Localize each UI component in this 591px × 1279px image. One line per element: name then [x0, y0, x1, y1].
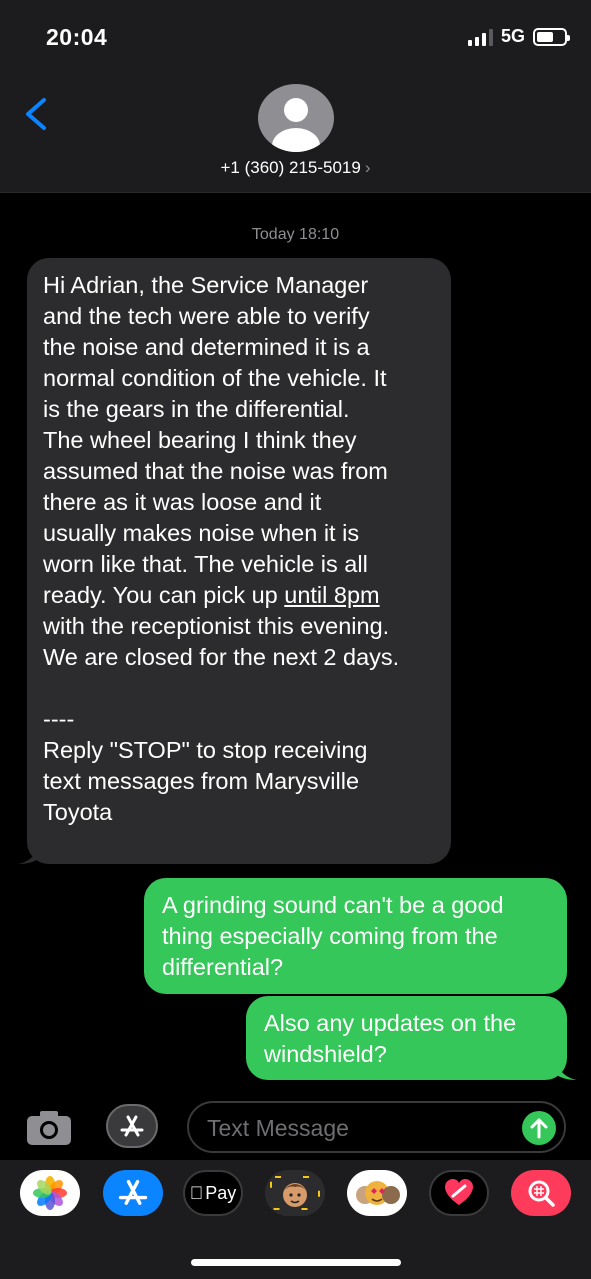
photos-app-button[interactable]	[20, 1170, 80, 1216]
apple-pay-label: Pay	[198, 1182, 236, 1203]
app-store-app-button[interactable]	[103, 1170, 163, 1216]
apps-button[interactable]	[106, 1104, 158, 1148]
memoji-app-button[interactable]	[265, 1170, 325, 1216]
incoming-text-part1: Hi Adrian, the Service Manager and the t…	[43, 272, 388, 608]
app-store-icon	[120, 1115, 144, 1137]
apple-pay-icon: 	[190, 1183, 204, 1204]
status-time: 20:04	[46, 24, 108, 50]
back-chevron-icon[interactable]	[22, 96, 52, 132]
home-indicator[interactable]	[191, 1259, 401, 1266]
incoming-message-bubble[interactable]: Hi Adrian, the Service Manager and the t…	[27, 258, 451, 864]
battery-icon	[533, 27, 570, 46]
outgoing-message-text: A grinding sound can't be a good thing e…	[162, 892, 504, 980]
outgoing-message-bubble[interactable]: A grinding sound can't be a good thing e…	[144, 878, 567, 994]
contact-avatar[interactable]	[258, 84, 334, 152]
time-link[interactable]: until 8pm	[284, 582, 379, 608]
outgoing-message-text: Also any updates on the windshield?	[264, 1010, 517, 1067]
incoming-bubble-tail	[18, 846, 40, 864]
person-icon	[272, 98, 320, 152]
conversation-header: 20:04 5G +1 (360) 215-5019 ›	[0, 0, 591, 193]
signal-icon	[467, 28, 493, 46]
network-label: 5G	[500, 26, 525, 46]
image-search-icon	[528, 1180, 555, 1207]
image-search-app-button[interactable]	[511, 1170, 571, 1216]
animoji-app-button[interactable]	[347, 1170, 407, 1216]
outgoing-message-bubble[interactable]: Also any updates on the windshield?	[246, 996, 567, 1080]
message-input[interactable]: Text Message	[187, 1101, 566, 1153]
contact-number: +1 (360) 215-5019	[220, 158, 361, 177]
digital-touch-icon	[445, 1179, 473, 1205]
digital-touch-app-button[interactable]	[429, 1170, 489, 1216]
animoji-icon	[356, 1181, 400, 1205]
status-indicators: 5G	[467, 26, 570, 47]
apple-pay-app-button[interactable]:  Pay	[183, 1170, 243, 1216]
incoming-text-part2: with the receptionist this evening. We a…	[43, 613, 400, 825]
arrow-up-icon	[530, 1118, 548, 1139]
memoji-icon	[270, 1176, 320, 1210]
message-input-placeholder: Text Message	[207, 1115, 349, 1141]
outgoing-bubble-tail	[555, 1062, 577, 1080]
send-button[interactable]	[522, 1111, 556, 1145]
chevron-right-icon: ›	[364, 158, 371, 177]
contact-name-button[interactable]: +1 (360) 215-5019 ›	[0, 158, 591, 178]
photos-icon	[33, 1176, 67, 1210]
app-store-icon	[118, 1179, 148, 1205]
message-timestamp: Today 18:10	[251, 226, 340, 243]
camera-icon[interactable]	[26, 1110, 72, 1146]
